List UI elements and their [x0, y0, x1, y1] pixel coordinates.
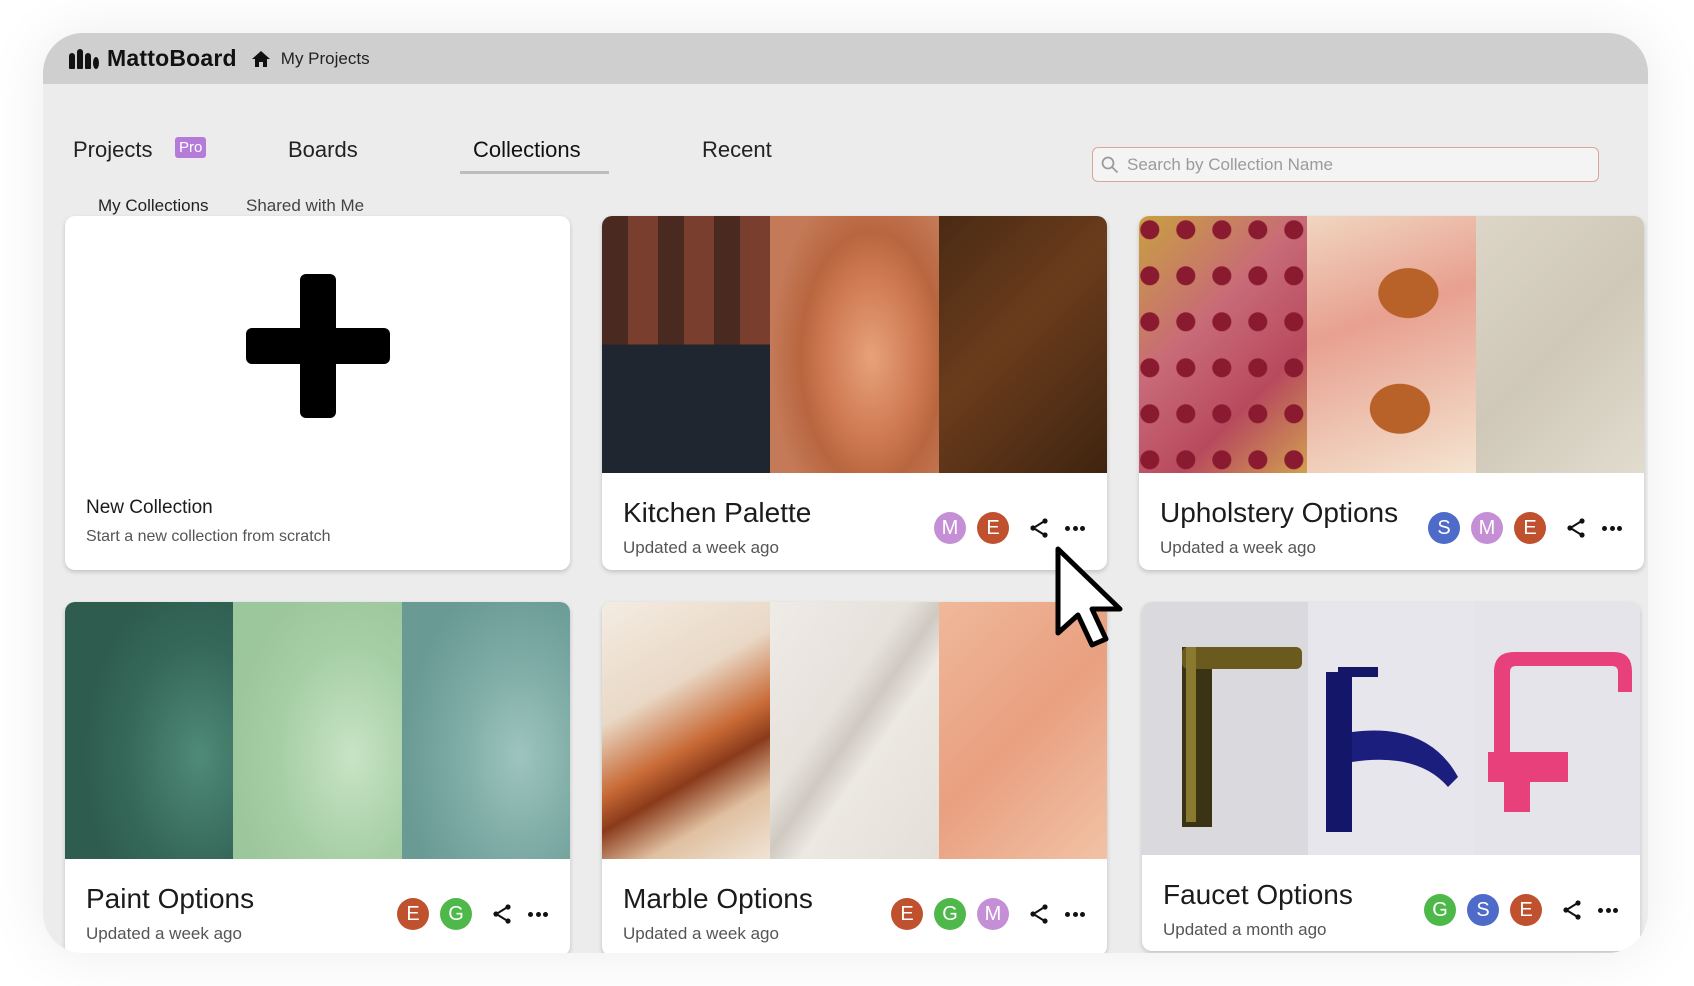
card-updated: Updated a week ago	[623, 538, 779, 557]
collection-card-kitchen-palette[interactable]: Kitchen Palette Updated a week ago M E	[602, 216, 1107, 570]
avatar[interactable]: S	[1428, 512, 1460, 544]
active-tab-underline	[460, 171, 609, 174]
search-input[interactable]	[1127, 154, 1567, 175]
avatar[interactable]: G	[440, 898, 472, 930]
new-collection-title: New Collection	[86, 497, 213, 518]
swatch-stripes	[602, 216, 771, 473]
swatch-sage	[401, 602, 570, 859]
app-window: MattoBoard My Projects Projects Pro Boar…	[43, 33, 1648, 953]
card-updated: Updated a week ago	[623, 924, 779, 943]
tab-projects[interactable]: Projects	[73, 137, 152, 163]
avatar[interactable]: M	[977, 898, 1009, 930]
card-actions: M E	[923, 512, 1087, 544]
swatch-terracotta	[770, 216, 939, 473]
card-actions: E G	[386, 898, 550, 930]
more-options-icon[interactable]	[1063, 516, 1087, 540]
home-icon[interactable]	[251, 50, 271, 68]
card-title[interactable]: Faucet Options	[1163, 879, 1353, 911]
tab-boards[interactable]: Boards	[288, 137, 358, 163]
avatar[interactable]: E	[891, 898, 923, 930]
avatar[interactable]: M	[934, 512, 966, 544]
search-icon	[1101, 156, 1119, 173]
card-swatches[interactable]	[1142, 602, 1640, 855]
avatar[interactable]: M	[1471, 512, 1503, 544]
tab-recent[interactable]: Recent	[702, 137, 772, 163]
card-swatches[interactable]	[602, 602, 1107, 859]
more-options-icon[interactable]	[526, 902, 550, 926]
pro-badge: Pro	[175, 137, 207, 158]
swatch-orange-marble	[602, 602, 771, 859]
share-icon[interactable]	[1027, 902, 1051, 926]
share-icon[interactable]	[1027, 516, 1051, 540]
card-title[interactable]: Marble Options	[623, 883, 813, 915]
swatch-velvet	[938, 216, 1107, 473]
subtab-my-collections[interactable]: My Collections	[98, 196, 209, 216]
avatar[interactable]: G	[934, 898, 966, 930]
collection-card-upholstery-options[interactable]: Upholstery Options Updated a week ago S …	[1139, 216, 1644, 570]
share-icon[interactable]	[1560, 898, 1584, 922]
new-collection-subtitle: Start a new collection from scratch	[86, 528, 331, 545]
card-actions: S M E	[1417, 512, 1624, 544]
avatar[interactable]: E	[1514, 512, 1546, 544]
avatar[interactable]: E	[1510, 894, 1542, 926]
swatch-mint	[233, 602, 402, 859]
tab-collections[interactable]: Collections	[473, 137, 581, 163]
collection-card-marble-options[interactable]: Marble Options Updated a week ago E G M	[602, 602, 1107, 953]
swatch-pink-pattern	[1139, 216, 1308, 473]
breadcrumb-my-projects[interactable]: My Projects	[281, 49, 370, 69]
card-title[interactable]: Upholstery Options	[1160, 497, 1398, 529]
title-bar: MattoBoard My Projects	[43, 33, 1648, 84]
brand-name[interactable]: MattoBoard	[107, 45, 237, 72]
subtab-shared-with-me[interactable]: Shared with Me	[246, 196, 364, 216]
collection-card-faucet-options[interactable]: Faucet Options Updated a month ago G S E	[1142, 602, 1640, 951]
more-options-icon[interactable]	[1063, 902, 1087, 926]
swatch-dark-green	[65, 602, 234, 859]
card-actions: G S E	[1413, 894, 1620, 926]
avatar[interactable]: E	[397, 898, 429, 930]
card-actions: E G M	[880, 898, 1087, 930]
card-swatches[interactable]	[1139, 216, 1644, 473]
swatch-white-marble	[770, 602, 939, 859]
card-updated: Updated a week ago	[1160, 538, 1316, 557]
avatar[interactable]: G	[1424, 894, 1456, 926]
mouse-cursor-icon	[1055, 546, 1123, 648]
share-icon[interactable]	[1564, 516, 1588, 540]
mattoboard-logo-icon[interactable]	[69, 48, 99, 69]
card-updated: Updated a month ago	[1163, 920, 1327, 939]
card-title[interactable]: Paint Options	[86, 883, 254, 915]
swatch-cream-texture	[1475, 216, 1644, 473]
search-box[interactable]	[1092, 147, 1599, 182]
swatch-navy-faucet	[1308, 602, 1474, 855]
more-options-icon[interactable]	[1596, 898, 1620, 922]
new-collection-card[interactable]: New Collection Start a new collection fr…	[65, 216, 570, 570]
swatch-peach-leaf	[1307, 216, 1476, 473]
card-swatches[interactable]	[65, 602, 570, 859]
swatch-pink-faucet	[1474, 602, 1640, 855]
collection-card-paint-options[interactable]: Paint Options Updated a week ago E G	[65, 602, 570, 953]
card-swatches[interactable]	[602, 216, 1107, 473]
avatar[interactable]: S	[1467, 894, 1499, 926]
share-icon[interactable]	[490, 902, 514, 926]
more-options-icon[interactable]	[1600, 516, 1624, 540]
card-title[interactable]: Kitchen Palette	[623, 497, 811, 529]
avatar[interactable]: E	[977, 512, 1009, 544]
card-updated: Updated a week ago	[86, 924, 242, 943]
plus-icon[interactable]	[246, 274, 390, 418]
swatch-gold-faucet	[1142, 602, 1308, 855]
